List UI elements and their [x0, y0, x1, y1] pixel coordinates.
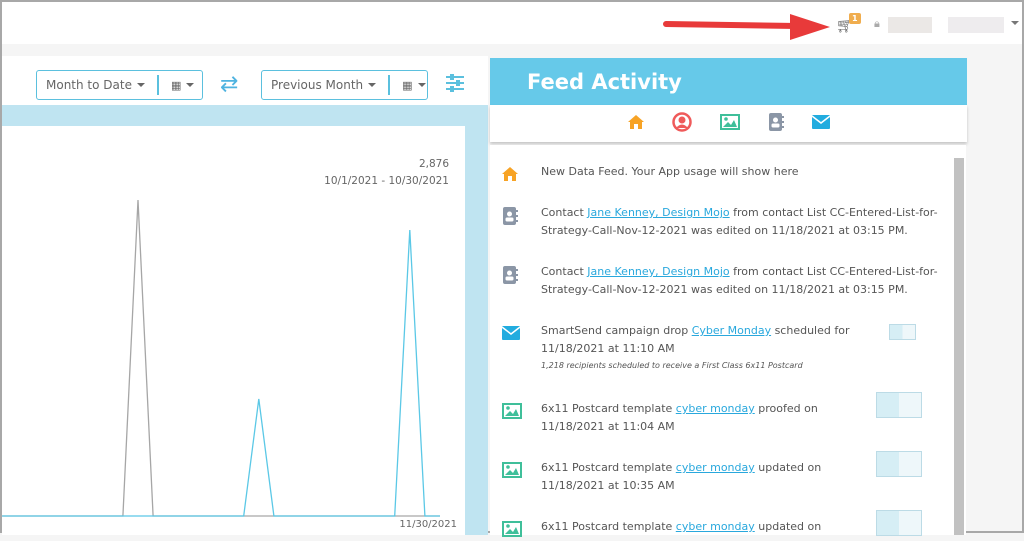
- home-icon[interactable]: [627, 114, 644, 133]
- postcard-thumbnail[interactable]: [889, 324, 916, 340]
- date-range-2-label: Previous Month: [271, 78, 364, 92]
- address-book-icon[interactable]: [768, 112, 784, 135]
- feed-item-link[interactable]: cyber monday: [676, 520, 755, 533]
- sliders-icon[interactable]: [446, 74, 464, 92]
- feed-list: New Data Feed. Your App usage will show …: [490, 145, 952, 537]
- feed-item-text: 6x11 Postcard template: [541, 461, 676, 474]
- calendar-icon[interactable]: ▦: [402, 79, 412, 92]
- feed-item: 6x11 Postcard template cyber monday upda…: [541, 459, 871, 495]
- feed-item-link[interactable]: Jane Kenney, Design Mojo: [587, 206, 729, 219]
- feed-item-link[interactable]: Cyber Monday: [692, 324, 771, 337]
- feed-item: 6x11 Postcard template cyber monday upda…: [541, 518, 871, 536]
- feed-item-text: 6x11 Postcard template: [541, 402, 676, 415]
- postcard-thumbnail[interactable]: [876, 451, 922, 477]
- series-line-0: [2, 199, 440, 517]
- feed-item-text: 6x11 Postcard template: [541, 520, 676, 533]
- postcard-thumbnail[interactable]: [876, 510, 922, 536]
- user-name-redacted[interactable]: [888, 17, 932, 33]
- annotation-arrow: [663, 14, 830, 40]
- feed-item-link[interactable]: cyber monday: [676, 461, 755, 474]
- exchange-icon[interactable]: ⇄: [220, 72, 238, 97]
- feed-item-text: New Data Feed. Your App usage will show …: [541, 165, 799, 178]
- feed-item: 6x11 Postcard template cyber monday proo…: [541, 400, 871, 436]
- scrollbar-thumb[interactable]: [954, 158, 964, 535]
- envelope-icon: [501, 325, 521, 340]
- image-icon: [502, 403, 522, 419]
- postcard-thumbnail[interactable]: [876, 392, 922, 418]
- cart-count-badge: 1: [849, 13, 861, 24]
- envelope-icon[interactable]: [811, 114, 830, 133]
- chevron-down-icon: [186, 83, 195, 87]
- home-icon: [502, 166, 518, 181]
- feed-item: Contact Jane Kenney, Design Mojo from co…: [541, 204, 941, 240]
- feed-item-text: Contact: [541, 206, 588, 219]
- calendar-icon[interactable]: ▦: [171, 79, 181, 92]
- feed-item-subtext: 1,218 recipients scheduled to receive a …: [541, 361, 803, 370]
- date-range-1-dropdown[interactable]: Month to Date ▦: [36, 70, 203, 100]
- user-menu-caret-icon[interactable]: [1011, 21, 1019, 25]
- user-org-redacted[interactable]: [948, 17, 1004, 33]
- top-bar: [2, 2, 1022, 44]
- image-icon: [502, 462, 522, 478]
- feed-item-text: Contact: [541, 265, 588, 278]
- date-range-2-dropdown[interactable]: Previous Month ▦: [261, 70, 428, 100]
- feed-item-text: SmartSend campaign drop: [541, 324, 692, 337]
- feed-item: Contact Jane Kenney, Design Mojo from co…: [541, 263, 941, 299]
- feed-item: New Data Feed. Your App usage will show …: [541, 163, 941, 181]
- lock-icon: 🔒︎: [874, 17, 880, 30]
- chevron-down-icon: [136, 83, 145, 87]
- user-circle-icon[interactable]: [671, 111, 692, 136]
- feed-item-link[interactable]: cyber monday: [676, 402, 755, 415]
- feed-item: SmartSend campaign drop Cyber Monday sch…: [541, 322, 871, 374]
- series-line-1: [2, 229, 440, 517]
- chart-card: 2,876 10/1/2021 - 10/30/2021 11/30/2021: [2, 126, 465, 535]
- chevron-down-icon: [417, 83, 426, 87]
- feed-item-text: updated on: [754, 520, 822, 533]
- chevron-down-icon: [368, 83, 377, 87]
- x-axis-end-label: 11/30/2021: [399, 519, 457, 530]
- image-icon[interactable]: [719, 113, 740, 134]
- feed-title: Feed Activity: [490, 58, 967, 105]
- address-book-icon: [502, 266, 518, 284]
- feed-item-link[interactable]: Jane Kenney, Design Mojo: [587, 265, 729, 278]
- address-book-icon: [502, 207, 518, 225]
- line-chart: [2, 199, 440, 517]
- feed-filter-bar: [490, 105, 967, 142]
- date-range-1-label: Month to Date: [46, 78, 132, 92]
